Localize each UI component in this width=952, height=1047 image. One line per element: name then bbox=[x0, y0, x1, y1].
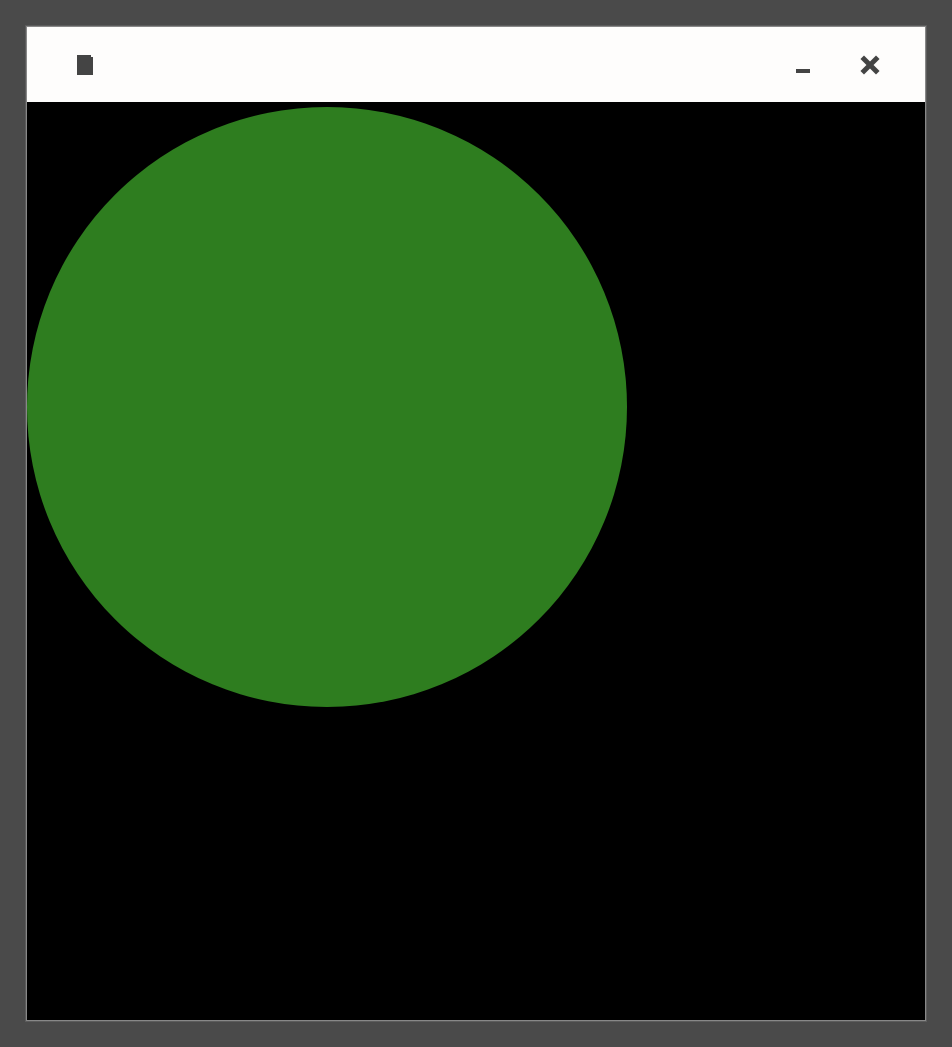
titlebar-left bbox=[47, 55, 93, 75]
canvas-area[interactable] bbox=[27, 102, 925, 1020]
green-circle-shape bbox=[27, 107, 627, 707]
window-titlebar[interactable] bbox=[27, 27, 925, 102]
close-button[interactable] bbox=[860, 55, 880, 75]
app-icon bbox=[77, 55, 93, 75]
minimize-button[interactable] bbox=[796, 69, 810, 73]
application-window bbox=[26, 26, 926, 1021]
titlebar-controls bbox=[796, 55, 905, 75]
